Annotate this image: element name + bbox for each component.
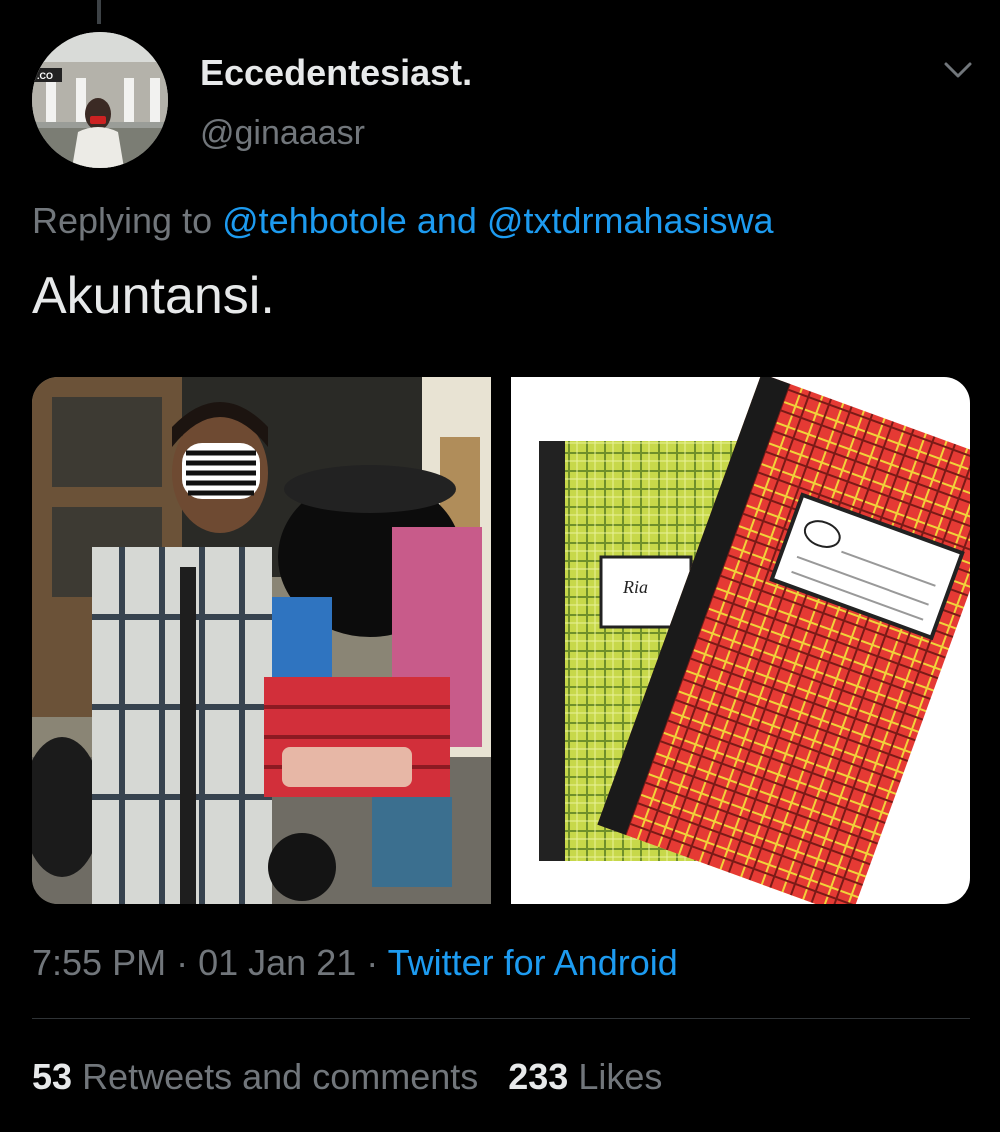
chevron-down-icon[interactable] (940, 58, 976, 82)
media-photo-1[interactable] (32, 377, 491, 904)
retweets-stat[interactable]: 53 Retweets and comments (32, 1056, 478, 1097)
notebook-brand-label: Ria (622, 577, 648, 597)
likes-stat[interactable]: 233 Likes (508, 1056, 662, 1097)
author-display-name[interactable]: Eccedentesiast. (200, 52, 472, 94)
meta-separator: · (176, 942, 189, 983)
photo-plaid-notebooks-icon: Ria (511, 377, 970, 904)
author-handle[interactable]: @ginaaasr (200, 114, 365, 153)
likes-count: 233 (508, 1056, 569, 1097)
media-photo-2[interactable]: Ria (511, 377, 970, 904)
tweet-text: Akuntansi. (32, 267, 275, 325)
avatar[interactable]: .CO (32, 32, 168, 168)
likes-label: Likes (578, 1056, 663, 1097)
retweets-count: 53 (32, 1056, 73, 1097)
divider (32, 1018, 970, 1019)
media-grid: Ria (32, 377, 970, 904)
replying-joiner[interactable]: and (417, 200, 477, 241)
meta-separator: · (366, 942, 379, 983)
replying-prefix: Replying to (32, 200, 213, 241)
avatar-photo: .CO (32, 32, 168, 168)
mention-link-tehbotole[interactable]: @tehbotole (222, 200, 407, 241)
replying-to-line: Replying to @tehbotole and @txtdrmahasis… (32, 200, 774, 242)
mention-link-txtdrmahasiswa[interactable]: @txtdrmahasiswa (487, 200, 774, 241)
photo-person-with-basket-icon (32, 377, 491, 904)
thread-connector-line (97, 0, 101, 24)
tweet-meta: 7:55 PM · 01 Jan 21 · Twitter for Androi… (32, 942, 678, 984)
tweet-time[interactable]: 7:55 PM (32, 942, 166, 983)
retweets-label: Retweets and comments (82, 1056, 479, 1097)
tweet-source-link[interactable]: Twitter for Android (388, 942, 678, 983)
tweet-date[interactable]: 01 Jan 21 (198, 942, 356, 983)
tweet-stats: 53 Retweets and comments 233 Likes (32, 1056, 662, 1098)
avatar-sign-text: .CO (37, 71, 53, 81)
